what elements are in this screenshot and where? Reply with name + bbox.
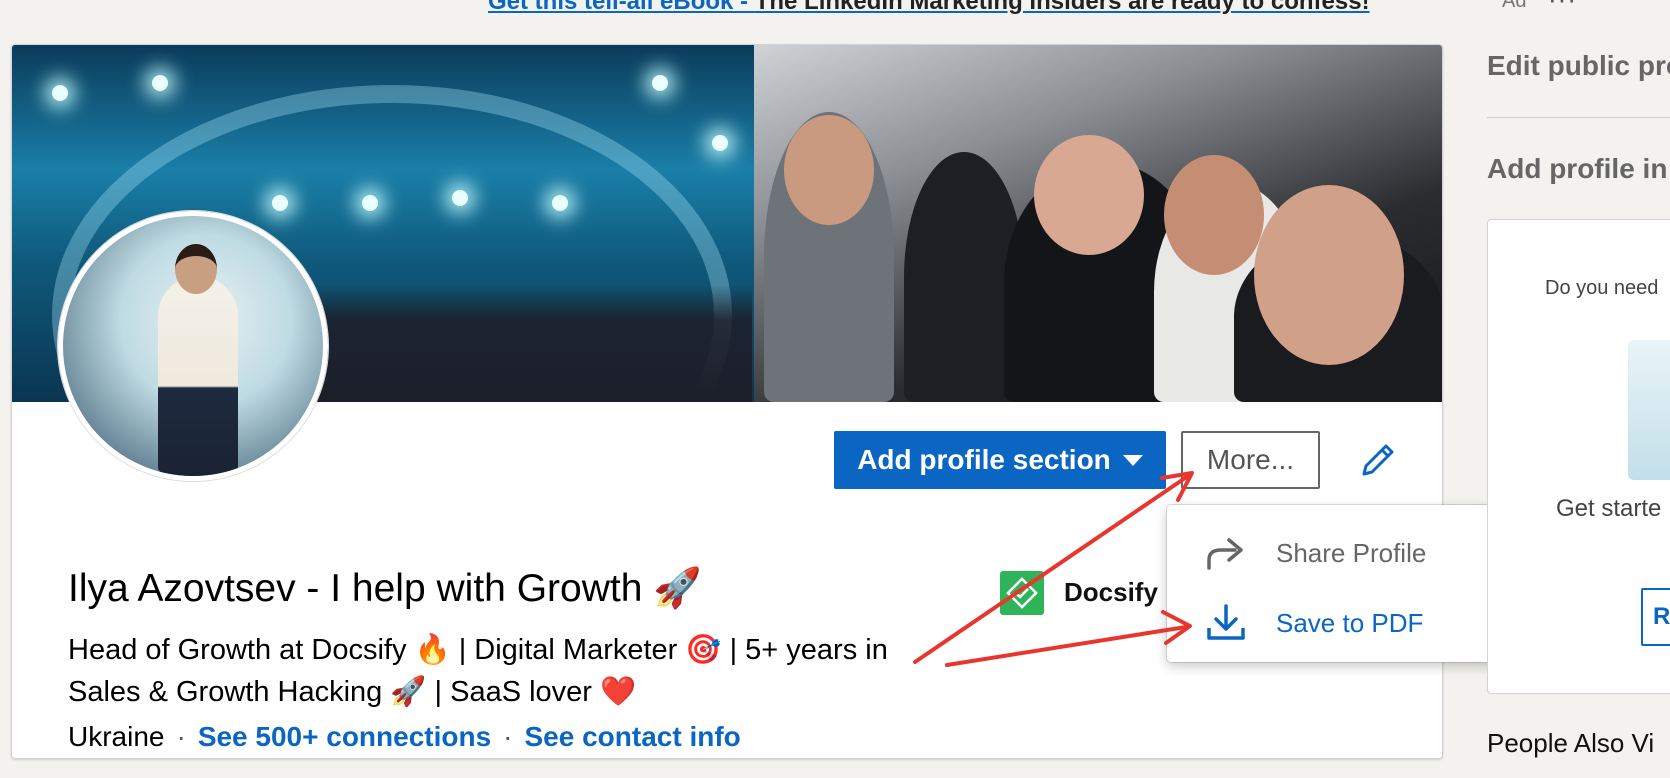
cover-photo-selfie (754, 45, 1442, 402)
add-profile-language-link[interactable]: Add profile in (1487, 153, 1667, 185)
caret-down-icon (1122, 454, 1143, 466)
docsify-logo-icon[interactable] (1000, 571, 1044, 615)
pencil-icon[interactable] (1356, 438, 1400, 482)
sidebar-divider (1487, 117, 1670, 118)
ad-banner-link-dark: The LinkedIn Marketing Insiders are read… (754, 0, 1370, 15)
ad-banner-link[interactable]: Get this tell-all eBook - The LinkedIn M… (488, 0, 1370, 16)
contact-info-link[interactable]: See contact info (525, 721, 741, 752)
ad-banner: Get this tell-all eBook - The LinkedIn M… (0, 0, 1670, 22)
separator: · (503, 721, 513, 752)
people-also-viewed-heading: People Also Vi (1487, 728, 1655, 758)
ad-card-text: Do you need (1545, 277, 1659, 299)
ad-card-caption: Get starte (1556, 495, 1662, 522)
download-icon (1203, 600, 1249, 646)
connections-link[interactable]: See 500+ connections (198, 721, 491, 752)
company-name[interactable]: Docsify (1064, 577, 1158, 608)
ad-card-image (1628, 340, 1670, 480)
edit-public-profile-link[interactable]: Edit public pro (1487, 50, 1670, 82)
ad-more-icon[interactable]: ··· (1548, 0, 1577, 15)
share-icon (1203, 530, 1249, 576)
profile-location: Ukraine (68, 721, 165, 752)
profile-meta: Ukraine · See 500+ connections · See contact… (68, 721, 741, 753)
add-profile-section-label: Add profile section (857, 444, 1111, 475)
avatar[interactable] (58, 211, 328, 481)
add-profile-section-button[interactable]: Add profile section (834, 431, 1166, 489)
more-button[interactable]: More... (1181, 431, 1320, 489)
menu-item-label: Share Profile (1276, 537, 1427, 568)
profile-name: Ilya Azovtsev - I help with Growth 🚀 (68, 567, 702, 610)
profile-headline: Head of Growth at Docsify 🔥 | Digital Ma… (68, 634, 888, 708)
separator: · (176, 721, 186, 752)
ad-banner-link-blue: Get this tell-all eBook - (488, 0, 755, 15)
sidebar-ad-card: Do you need Get starte Re (1487, 219, 1670, 694)
ad-card-button[interactable]: Re (1641, 588, 1670, 646)
ad-label: Ad (1502, 0, 1527, 12)
menu-item-label: Save to PDF (1276, 607, 1424, 638)
